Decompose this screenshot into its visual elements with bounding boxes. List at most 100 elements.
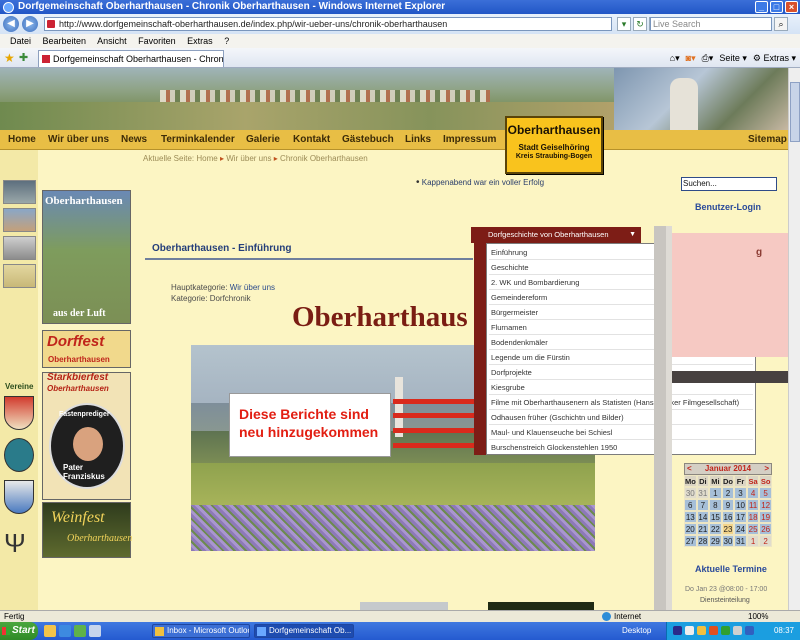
dropdown-item[interactable]: Geschichte <box>491 263 529 272</box>
search-icon[interactable]: ⌕ <box>774 17 788 31</box>
nav-wir-ueber-uns[interactable]: Wir über uns <box>48 130 109 150</box>
calendar-day[interactable]: 17 <box>734 511 747 523</box>
maximize-button[interactable]: □ <box>770 1 783 13</box>
add-favorites-icon[interactable]: ✚ <box>19 51 28 64</box>
calendar-prev-button[interactable]: < <box>687 464 692 474</box>
tray-bluetooth-icon[interactable] <box>745 626 754 635</box>
quicklaunch-app-icon[interactable] <box>74 625 86 637</box>
menu-bearbeiten[interactable]: Bearbeiten <box>43 36 87 46</box>
menu-ansicht[interactable]: Ansicht <box>97 36 127 46</box>
thumb-image-3[interactable] <box>3 236 36 260</box>
tray-shield-icon[interactable] <box>721 626 730 635</box>
dropdown-item[interactable]: Legende um die Fürstin <box>491 353 570 362</box>
feeds-icon[interactable]: ◙▾ <box>686 51 696 65</box>
antlers-icon[interactable]: Ψ <box>4 528 34 562</box>
calendar-day[interactable]: 14 <box>696 511 710 523</box>
calendar-day[interactable]: 26 <box>759 523 772 535</box>
home-icon[interactable]: ⌂▾ <box>670 51 680 65</box>
url-input[interactable]: http://www.dorfgemeinschaft-oberharthaus… <box>44 17 612 31</box>
tab-dorfgemeinschaft[interactable]: Dorfgemeinschaft Oberharthausen - Chroni… <box>38 50 224 67</box>
breadcrumb-home[interactable]: Home <box>196 154 217 163</box>
minimize-button[interactable]: _ <box>755 1 768 13</box>
calendar-day-today[interactable]: 23 <box>721 523 735 535</box>
tray-network-icon[interactable] <box>685 626 694 635</box>
nav-news[interactable]: News <box>121 130 147 150</box>
nav-home[interactable]: Home <box>8 130 36 150</box>
calendar-day[interactable]: 1 <box>709 487 722 499</box>
calendar-day[interactable]: 31 <box>696 487 710 499</box>
tray-security-icon[interactable] <box>709 626 718 635</box>
club-crest-3[interactable] <box>4 480 34 514</box>
quicklaunch-folder-icon[interactable] <box>44 625 56 637</box>
dropdown-item[interactable]: Dorfprojekte <box>491 368 532 377</box>
dropdown-item[interactable]: Flurnamen <box>491 323 527 332</box>
menu-favoriten[interactable]: Favoriten <box>138 36 176 46</box>
nav-gaestebuch[interactable]: Gästebuch <box>342 130 394 150</box>
nav-terminkalender[interactable]: Terminkalender <box>161 130 235 150</box>
start-button[interactable]: Start <box>0 622 38 640</box>
dropdown-item[interactable]: Burschenstreich Glockenstehlen 1950 <box>491 443 617 452</box>
desktop-toolbar-label[interactable]: Desktop <box>622 622 651 640</box>
calendar-day[interactable]: 2 <box>759 535 772 547</box>
calendar-day[interactable]: 31 <box>734 535 747 547</box>
dropdown-item[interactable]: Odhausen früher (Gschichtn und Bilder) <box>491 413 624 422</box>
quicklaunch-ie-icon[interactable] <box>59 625 71 637</box>
print-icon[interactable]: ⎙▾ <box>702 51 714 65</box>
tray-volume-icon[interactable] <box>733 626 742 635</box>
dropdown-item[interactable]: Bürgermeister <box>491 308 538 317</box>
aktuelle-termine-link[interactable]: Aktuelle Termine <box>695 564 767 574</box>
calendar-day[interactable]: 11 <box>746 499 760 511</box>
benutzer-login-link[interactable]: Benutzer-Login <box>695 202 761 212</box>
back-icon[interactable]: ◀ <box>3 16 19 32</box>
calendar-day[interactable]: 6 <box>684 499 697 511</box>
nav-impressum[interactable]: Impressum <box>443 130 496 150</box>
nav-galerie[interactable]: Galerie <box>246 130 280 150</box>
calendar-day[interactable]: 25 <box>746 523 760 535</box>
thumb-image-1[interactable] <box>3 180 36 204</box>
favorites-star-icon[interactable]: ★ <box>4 51 15 65</box>
dropdown-item[interactable]: Maul- und Klauenseuche bei Schiesl <box>491 428 612 437</box>
breadcrumb-wir-ueber-uns[interactable]: Wir über uns <box>226 154 271 163</box>
calendar-day[interactable]: 30 <box>721 535 735 547</box>
dropdown-item[interactable]: Bodendenkmäler <box>491 338 548 347</box>
news-ticker[interactable]: • Kappenabend war ein voller Erfolg <box>416 177 544 188</box>
main-category-link[interactable]: Wir über uns <box>230 283 275 292</box>
calendar-day[interactable]: 22 <box>709 523 722 535</box>
menu-datei[interactable]: Datei <box>10 36 31 46</box>
nav-sitemap[interactable]: Sitemap <box>748 130 787 150</box>
dropdown-item[interactable]: Gemeindereform <box>491 293 547 302</box>
calendar-day[interactable]: 19 <box>759 511 772 523</box>
dorfgeschichte-menu-button[interactable]: Dorfgeschichte von Oberharthausen ▼ <box>471 227 641 243</box>
calendar-day[interactable]: 16 <box>721 511 735 523</box>
page-menu[interactable]: Seite ▾ <box>719 51 747 65</box>
site-logo[interactable]: Oberharthausen Stadt Geiselhöring Kreis … <box>505 116 603 174</box>
page-scrollbar[interactable] <box>788 68 800 610</box>
menu-help[interactable]: ? <box>224 36 229 46</box>
dropdown-item[interactable]: Einführung <box>491 248 527 257</box>
calendar-day[interactable]: 20 <box>684 523 697 535</box>
calendar-day[interactable]: 3 <box>734 487 747 499</box>
scrollbar-thumb[interactable] <box>790 82 800 142</box>
calendar-day[interactable]: 2 <box>721 487 735 499</box>
tray-app-icon[interactable] <box>673 626 682 635</box>
calendar-day[interactable]: 29 <box>709 535 722 547</box>
tray-folder-icon[interactable] <box>697 626 706 635</box>
event-title[interactable]: Diensteinteilung <box>700 597 750 604</box>
club-crest-1[interactable] <box>4 396 34 430</box>
calendar-day[interactable]: 27 <box>684 535 697 547</box>
calendar-day[interactable]: 15 <box>709 511 722 523</box>
live-search-input[interactable]: Live Search <box>650 17 772 31</box>
calendar-day[interactable]: 24 <box>734 523 747 535</box>
calendar-day[interactable]: 21 <box>696 523 710 535</box>
calendar-day[interactable]: 10 <box>734 499 747 511</box>
security-zone[interactable]: Internet <box>614 611 641 622</box>
calendar-day[interactable]: 28 <box>696 535 710 547</box>
calendar-next-button[interactable]: > <box>764 464 769 474</box>
calendar-day[interactable]: 13 <box>684 511 697 523</box>
dropdown-item[interactable]: Kiesgrube <box>491 383 525 392</box>
ad-luft[interactable]: Oberharthausen aus der Luft <box>42 190 131 324</box>
zoom-level[interactable]: 100% <box>748 611 768 622</box>
thumb-image-2[interactable] <box>3 208 36 232</box>
site-search-input[interactable]: Suchen... <box>681 177 777 191</box>
club-crest-2[interactable] <box>4 438 34 472</box>
